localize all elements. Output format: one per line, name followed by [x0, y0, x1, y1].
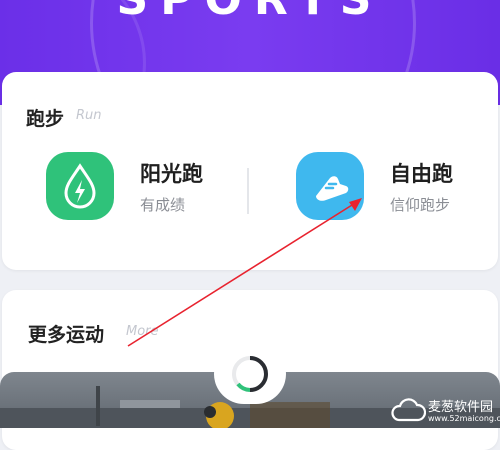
lightning-drop-icon [46, 152, 114, 220]
running-card: 跑步 Run 阳光跑 有成绩 自由跑 信仰跑步 [2, 72, 498, 270]
running-section-subtitle: Run [76, 108, 102, 123]
more-sports-title: 更多运动 [28, 324, 105, 346]
running-section-title: 跑步 [26, 108, 65, 130]
option-divider [247, 168, 249, 214]
sunshine-run-label: 阳光跑 [140, 162, 203, 186]
free-run-label: 自由跑 [390, 162, 453, 186]
watermark: 麦葱软件园 www.52maicong.com [388, 392, 500, 428]
free-run-desc: 信仰跑步 [390, 196, 451, 214]
sunshine-run-desc: 有成绩 [140, 196, 186, 214]
more-sports-subtitle: More [126, 324, 159, 339]
watermark-url: www.52maicong.com [428, 414, 500, 423]
loading-indicator [214, 344, 286, 404]
banner-title: SPORTS [0, 0, 500, 25]
running-shoe-icon [296, 152, 364, 220]
watermark-text: 麦葱软件园 [428, 400, 494, 415]
cloud-icon [391, 398, 426, 422]
